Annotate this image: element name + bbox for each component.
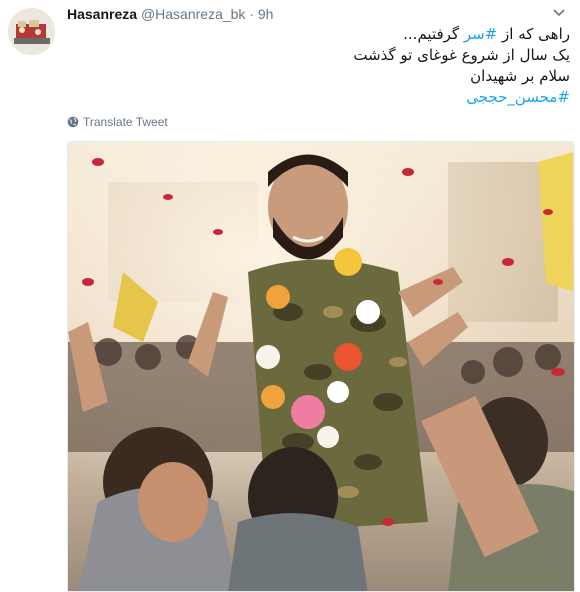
hashtag-link[interactable]: #سر: [464, 25, 497, 43]
tweet-timestamp[interactable]: 9h: [258, 6, 274, 22]
translate-tweet-link[interactable]: Translate Tweet: [67, 114, 168, 130]
user-handle[interactable]: @Hasanreza_bk: [141, 6, 246, 22]
hashtag-link[interactable]: #محسن_حججی: [110, 87, 570, 108]
separator-dot: ·: [249, 6, 254, 22]
tweet-header: Hasanreza @Hasanreza_bk · 9h: [67, 5, 273, 23]
tweet-line: یک سال از شروع غوغای تو گذشت: [353, 46, 570, 64]
tweet-text-fragment: راهی که از: [497, 25, 570, 43]
display-name[interactable]: Hasanreza: [67, 6, 137, 22]
tweet-text-fragment: گرفتیم...: [403, 25, 464, 43]
tweet-line: سلام بر شهیدان: [470, 67, 570, 85]
tweet-line: راهی که از #سر گرفتیم...: [110, 24, 570, 45]
tweet-text: راهی که از #سر گرفتیم... یک سال از شروع …: [110, 24, 570, 108]
avatar[interactable]: [8, 8, 55, 55]
avatar-image: [8, 8, 55, 55]
translate-label: Translate Tweet: [83, 115, 168, 129]
globe-icon: [67, 116, 79, 128]
chevron-down-icon[interactable]: [552, 6, 566, 20]
photo-crowd-celebration: [68, 142, 574, 591]
tweet-photo[interactable]: [67, 141, 575, 592]
